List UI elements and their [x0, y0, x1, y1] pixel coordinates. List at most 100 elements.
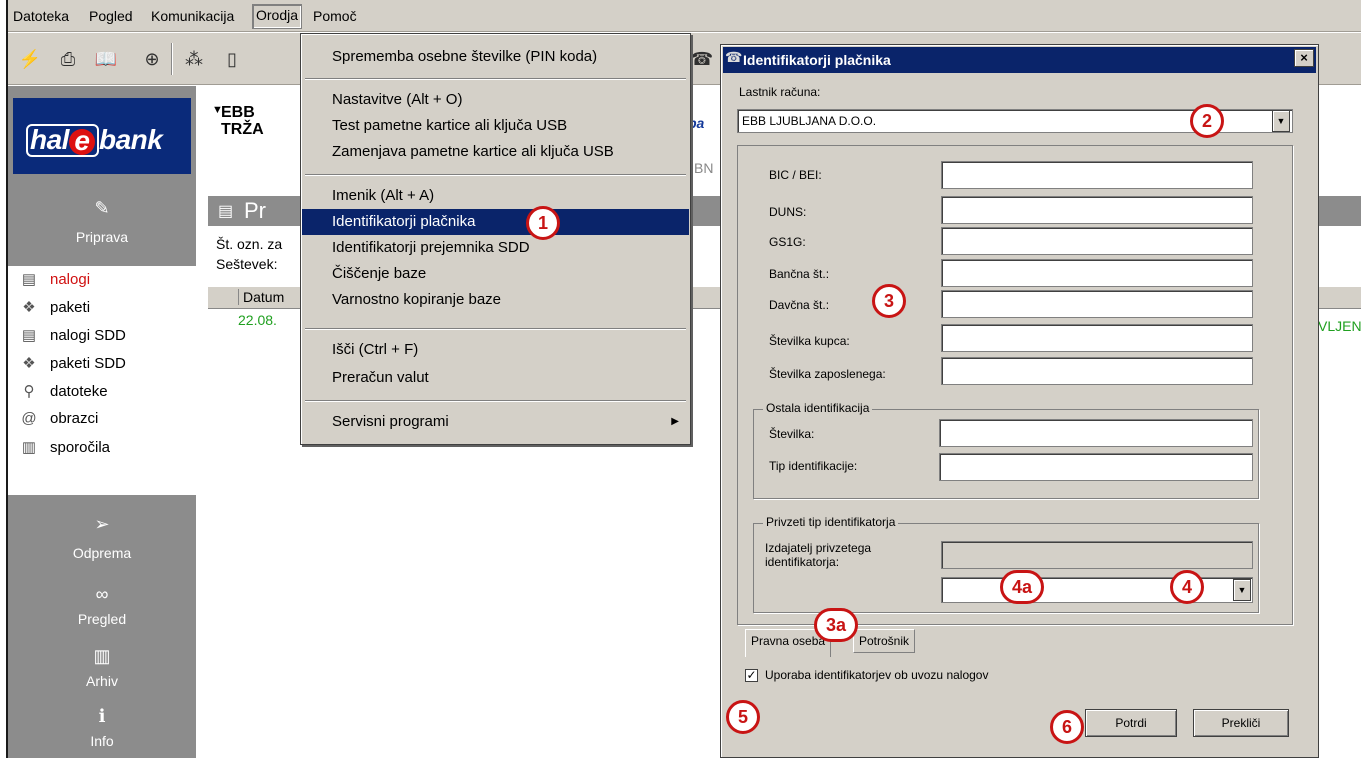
menu-item-test-card[interactable]: Test pametne kartice ali ključa USB	[302, 113, 689, 139]
menu-pomoc[interactable]: Pomoč	[310, 6, 360, 26]
callout-4a: 4a	[1000, 570, 1044, 604]
id-type-label: Tip identifikacije:	[769, 459, 858, 473]
grid-cell-date[interactable]: 22.08.	[238, 312, 277, 328]
menu-datoteka[interactable]: Datoteka	[10, 6, 72, 26]
menu-item-search[interactable]: Išči (Ctrl + F)	[302, 337, 689, 363]
menu-item-sdd-identifiers[interactable]: Identifikatorji prejemnika SDD	[302, 235, 689, 261]
submenu-arrow-icon: ▶	[671, 416, 679, 427]
customer-number-input[interactable]	[941, 324, 1253, 352]
sidebar-item-sporocila[interactable]: ▥ sporočila	[18, 438, 110, 460]
use-identifiers-checkbox[interactable]: ✓	[745, 669, 758, 682]
sidebar-item-obrazci[interactable]: @ obrazci	[18, 410, 98, 432]
employee-number-label: Številka zaposlenega:	[769, 367, 886, 381]
menu-item-replace-card[interactable]: Zamenjava pametne kartice ali ključa USB	[302, 139, 689, 165]
grid-col-datum[interactable]: Datum	[238, 289, 284, 305]
globe-icon[interactable]: ⊕	[138, 45, 166, 73]
confirm-button[interactable]: Potrdi	[1085, 709, 1177, 737]
issuer-label-1: Izdajatelj privzetega	[765, 541, 872, 555]
package-icon: ❖	[22, 299, 36, 316]
arhiv-label: Arhiv	[86, 673, 118, 689]
toolbar-partial-icon[interactable]: ▯	[218, 45, 246, 73]
info-section[interactable]: ℹ Info	[8, 706, 196, 749]
issuer-label-2: identifikatorja:	[765, 555, 840, 569]
status-text: VLJEN	[1318, 318, 1361, 334]
binoculars-icon: ∞	[95, 584, 109, 604]
print-icon[interactable]: ⎙	[54, 45, 82, 73]
callout-2: 2	[1190, 104, 1224, 138]
sidebar: hal e bank ✎ Priprava ▤ nalogi ❖ paketi ▤ nal…	[8, 86, 196, 758]
callout-1: 1	[526, 206, 560, 240]
menu-item-settings[interactable]: Nastavitve (Alt + O)	[302, 87, 689, 113]
issuer-select[interactable]	[941, 577, 1253, 603]
archive-icon: ▥	[93, 646, 111, 666]
callout-3a: 3a	[814, 608, 858, 642]
payer-identifiers-dialog: Identifikatorji plačnika ☎ × Lastnik rač…	[720, 44, 1319, 758]
gs1g-label: GS1G:	[769, 235, 806, 249]
priprava-section[interactable]: ✎ Priprava	[8, 198, 196, 245]
callout-6: 6	[1050, 710, 1084, 744]
odprema-section[interactable]: ➢ Odprema	[8, 514, 196, 561]
help-icon[interactable]: ☎	[688, 45, 716, 73]
customer-number-label: Številka kupca:	[769, 334, 850, 348]
number-input[interactable]	[939, 419, 1253, 447]
menu-item-clean-db[interactable]: Čiščenje baze	[302, 261, 689, 287]
app-icon: ☎	[725, 49, 743, 65]
default-identifier-title: Privzeti tip identifikatorja	[763, 515, 899, 529]
connect-icon[interactable]: ⚡	[16, 45, 44, 73]
sidebar-item-paketi[interactable]: ❖ paketi	[18, 298, 90, 320]
owner-label: Lastnik računa:	[739, 85, 821, 99]
menu-item-service-programs[interactable]: Servisni programi ▶	[302, 409, 689, 435]
sidebar-item-nalogi[interactable]: ▤ nalogi	[18, 270, 90, 292]
priprava-label: Priprava	[75, 229, 129, 245]
chevron-down-icon[interactable]: ▼	[1233, 579, 1251, 601]
duns-input[interactable]	[941, 196, 1253, 224]
tax-number-label: Davčna št.:	[769, 298, 830, 312]
menu-item-pin-change[interactable]: Sprememba osebne številke (PIN koda)	[302, 44, 689, 70]
callout-4: 4	[1170, 570, 1204, 604]
tax-number-input[interactable]	[941, 290, 1253, 318]
info-line-2: Seštevek:	[216, 256, 278, 272]
search-icon: ⚲	[23, 383, 35, 400]
callout-3: 3	[872, 284, 906, 318]
employee-number-input[interactable]	[941, 357, 1253, 385]
dialog-title: Identifikatorji plačnika	[723, 47, 1316, 73]
menu-pogled[interactable]: Pogled	[86, 6, 136, 26]
pregled-label: Pregled	[77, 611, 127, 627]
section-title: Pr	[244, 198, 266, 223]
tab-potrosnik[interactable]: Potrošnik	[853, 629, 916, 653]
number-label: Številka:	[769, 427, 815, 441]
menu-item-payer-identifiers[interactable]: Identifikatorji plačnika	[302, 209, 689, 235]
close-button[interactable]: ×	[1294, 49, 1314, 67]
notepad-icon: ✎	[94, 198, 110, 218]
menu-item-backup-db[interactable]: Varnostno kopiranje baze	[302, 287, 689, 313]
info-label: Info	[90, 733, 114, 749]
sidebar-item-paketi-sdd[interactable]: ❖ paketi SDD	[18, 354, 126, 376]
callout-5: 5	[726, 700, 760, 734]
id-type-input[interactable]	[939, 453, 1253, 481]
send-icon: ➢	[94, 514, 110, 534]
sidebar-item-nalogi-sdd[interactable]: ▤ nalogi SDD	[18, 326, 126, 348]
bic-input[interactable]	[941, 161, 1253, 189]
cancel-button[interactable]: Prekliči	[1193, 709, 1289, 737]
issuer-disabled-input	[941, 541, 1253, 569]
binary-icon[interactable]: ⁂	[180, 45, 208, 73]
menu-orodja[interactable]: Orodja	[252, 4, 303, 29]
order-icon: ▤	[218, 203, 234, 220]
menu-komunikacija[interactable]: Komunikacija	[148, 6, 237, 26]
partial-text-bn: BN	[694, 160, 714, 176]
sidebar-item-datoteke[interactable]: ⚲ datoteke	[18, 382, 108, 404]
menu-item-directory[interactable]: Imenik (Alt + A)	[302, 183, 689, 209]
chevron-down-icon[interactable]: ▼	[1272, 110, 1290, 132]
menu-item-currency[interactable]: Preračun valut	[302, 365, 689, 391]
book-icon[interactable]: 📖	[92, 45, 120, 73]
app-window: Datoteka Pogled Komunikacija Orodja Pomo…	[6, 0, 1361, 758]
arhiv-section[interactable]: ▥ Arhiv	[8, 646, 196, 689]
bic-label: BIC / BEI:	[769, 168, 822, 182]
bank-number-input[interactable]	[941, 259, 1253, 287]
gs1g-input[interactable]	[941, 227, 1253, 255]
order-icon: ▤	[21, 271, 37, 288]
message-icon: ▥	[21, 439, 37, 456]
paperclip-icon: @	[21, 410, 37, 427]
pregled-section[interactable]: ∞ Pregled	[8, 584, 196, 627]
account-header: EBB TRŽA	[221, 104, 264, 138]
